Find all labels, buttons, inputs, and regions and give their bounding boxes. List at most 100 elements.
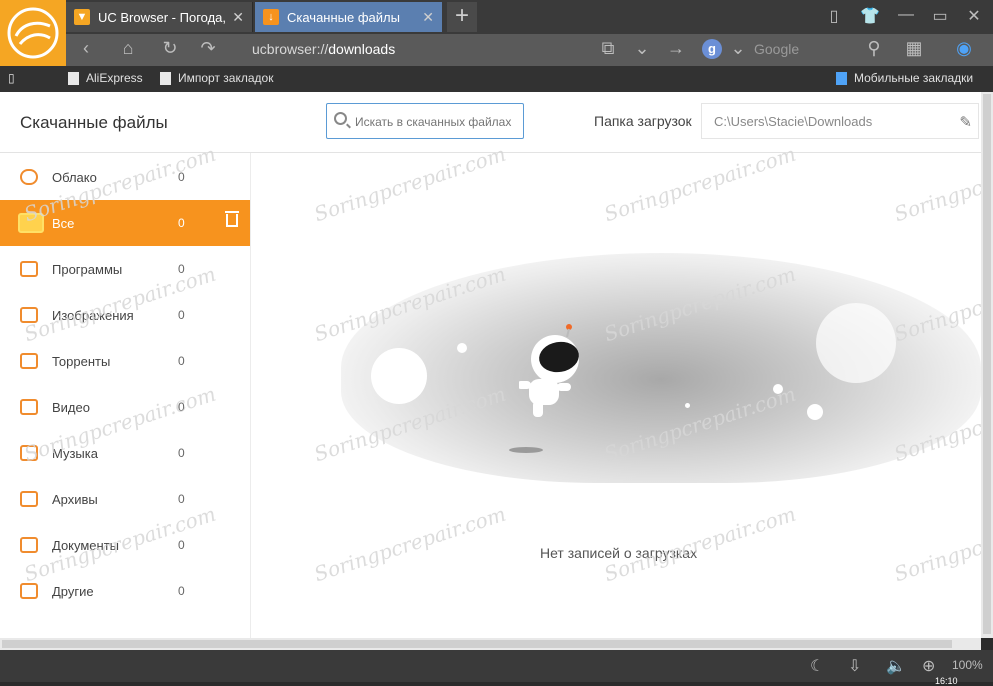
planet-left: [371, 348, 427, 404]
zoom-in-icon[interactable]: ⊕: [922, 656, 935, 676]
bookmark-aliexpress[interactable]: AliExpress: [68, 71, 143, 85]
bookmark-import[interactable]: Импорт закладок: [160, 71, 273, 85]
horizontal-scrollbar[interactable]: [0, 638, 981, 650]
search-input[interactable]: [353, 112, 527, 132]
search-engine-icon[interactable]: g: [702, 39, 722, 59]
new-tab-button[interactable]: +: [447, 2, 477, 32]
video-icon: [20, 399, 38, 415]
star-dot: [457, 343, 467, 353]
minimize-icon[interactable]: —: [894, 6, 918, 24]
folder-icon: [18, 213, 44, 233]
bookmarks-panel-icon[interactable]: ▯: [8, 71, 15, 85]
clock-time: 16:10: [935, 676, 958, 686]
tab-uc-browser[interactable]: ▼ UC Browser - Погода, ✕: [66, 2, 253, 32]
home-icon[interactable]: ⌂: [116, 38, 140, 59]
skin-icon[interactable]: 👕: [858, 6, 882, 26]
bookmark-label: Мобильные закладки: [854, 71, 974, 85]
grid-icon: [20, 583, 38, 599]
bookmark-label: Импорт закладок: [178, 71, 274, 85]
downloads-icon[interactable]: ⇩: [848, 656, 861, 676]
close-icon[interactable]: ✕: [232, 9, 244, 26]
cloud-icon: [20, 169, 38, 185]
chevron-down-icon[interactable]: ⌄: [726, 38, 750, 59]
category-programs[interactable]: Программы 0: [0, 246, 250, 292]
close-icon[interactable]: ✕: [422, 9, 434, 26]
astronaut-shadow: [509, 447, 543, 453]
navigation-bar: ‹ ⌂ ↻ ↷ ucbrowser://downloads ⧉ ⌄ → g ⌄ …: [66, 34, 993, 66]
forward-icon[interactable]: →: [664, 38, 688, 59]
dropdown-icon[interactable]: ⌄: [630, 38, 654, 59]
category-label: Архивы: [52, 491, 98, 507]
address-bar[interactable]: ucbrowser://downloads: [252, 41, 395, 57]
music-icon: [20, 445, 38, 461]
category-music[interactable]: Музыка 0: [0, 430, 250, 476]
scrollbar-thumb[interactable]: [2, 640, 952, 648]
folder-path: C:\Users\Stacie\Downloads: [714, 114, 873, 129]
sound-icon[interactable]: 🔈: [886, 656, 906, 676]
category-count: 0: [178, 216, 185, 230]
status-bar: ☾ ⇩ 🔈 ⊕ 100% 16:10: [0, 650, 993, 686]
apps-icon[interactable]: ▦: [902, 38, 926, 59]
category-count: 0: [178, 308, 185, 322]
screenshot-icon[interactable]: ▯: [822, 6, 846, 26]
category-cloud[interactable]: Облако 0: [0, 154, 250, 200]
downloads-search[interactable]: [326, 103, 527, 139]
category-label: Видео: [52, 399, 90, 415]
folder-path-field[interactable]: C:\Users\Stacie\Downloads ✎: [701, 103, 979, 139]
bookmark-mobile[interactable]: Мобильные закладки: [836, 71, 973, 85]
bookmark-label: AliExpress: [86, 71, 143, 85]
search-icon: [334, 112, 347, 125]
search-icon[interactable]: ⚲: [862, 38, 886, 59]
download-icon: ↓: [263, 9, 279, 25]
category-count: 0: [178, 584, 185, 598]
category-all[interactable]: Все 0: [0, 200, 250, 246]
category-images[interactable]: Изображения 0: [0, 292, 250, 338]
category-label: Изображения: [52, 307, 134, 323]
mobile-bookmarks-icon: [836, 71, 847, 85]
tab-label: Скачанные файлы: [287, 9, 400, 25]
uc-icon: ▼: [74, 9, 90, 25]
category-count: 0: [178, 354, 185, 368]
category-count: 0: [178, 170, 185, 184]
back-icon[interactable]: ‹: [74, 38, 98, 59]
category-torrents[interactable]: Торренты 0: [0, 338, 250, 384]
edit-icon[interactable]: ✎: [959, 113, 972, 131]
account-icon[interactable]: ◉: [952, 38, 976, 59]
reader-icon[interactable]: ⧉: [596, 38, 620, 59]
scrollbar-thumb[interactable]: [983, 94, 991, 634]
history-icon[interactable]: ↷: [196, 38, 220, 59]
category-count: 0: [178, 446, 185, 460]
bookmarks-bar: ▯ AliExpress Импорт закладок Мобильные з…: [0, 66, 993, 92]
folder-label: Папка загрузок: [594, 113, 692, 129]
planet-right: [816, 303, 896, 383]
url-path: downloads: [328, 41, 396, 57]
maximize-icon[interactable]: ▭: [928, 6, 952, 26]
uc-logo[interactable]: [0, 0, 66, 66]
tab-downloads[interactable]: ↓ Скачанные файлы ✕: [255, 2, 442, 32]
vertical-scrollbar[interactable]: [981, 92, 993, 638]
category-label: Музыка: [52, 445, 98, 461]
category-other[interactable]: Другие 0: [0, 568, 250, 614]
torrent-icon: [20, 353, 38, 369]
archive-icon: [20, 491, 38, 507]
category-archives[interactable]: Архивы 0: [0, 476, 250, 522]
empty-state: Нет записей о загрузках: [251, 153, 981, 638]
tab-label: UC Browser - Погода,: [98, 9, 227, 25]
empty-message: Нет записей о загрузках: [540, 545, 698, 561]
category-count: 0: [178, 492, 185, 506]
page-icon: [160, 71, 171, 85]
star-dot: [685, 403, 690, 408]
zoom-level[interactable]: 100%: [952, 658, 983, 672]
category-documents[interactable]: Документы 0: [0, 522, 250, 568]
category-label: Программы: [52, 261, 123, 277]
category-video[interactable]: Видео 0: [0, 384, 250, 430]
category-count: 0: [178, 538, 185, 552]
url-scheme: ucbrowser://: [252, 41, 329, 57]
page-title: Скачанные файлы: [20, 113, 168, 132]
document-icon: [20, 537, 38, 553]
trash-icon[interactable]: [225, 211, 239, 227]
close-window-icon[interactable]: ✕: [962, 6, 986, 26]
reload-icon[interactable]: ↻: [158, 38, 182, 59]
night-mode-icon[interactable]: ☾: [810, 656, 824, 676]
search-engine-field[interactable]: Google: [754, 41, 799, 57]
